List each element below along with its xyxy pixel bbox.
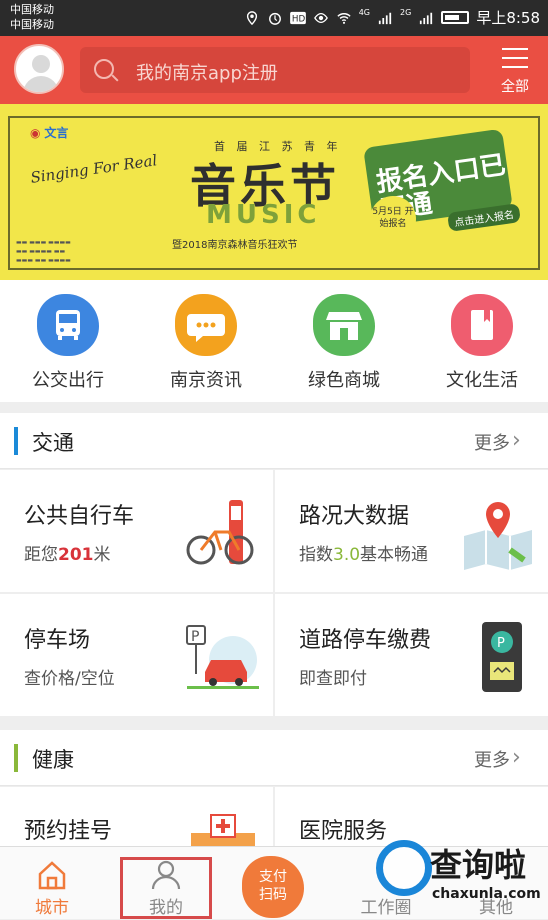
- banner-date: 5月5日 开始报名: [370, 196, 416, 242]
- card-subtitle: 即查即付: [299, 669, 367, 689]
- banner-fineprint-decoration: ▬▬ ▬▬▬ ▬▬▬▬ ▬▬ ▬▬▬▬ ▬▬ ▬▬▬ ▬▬ ▬▬▬▬: [16, 239, 71, 264]
- card-title: 道路停车缴费: [299, 628, 432, 653]
- status-bar: 中国移动 中国移动 HD 4G 2G 早上8:58: [0, 0, 548, 36]
- card-appointment[interactable]: 预约挂号: [0, 787, 273, 846]
- quick-link-label: 绿色商城: [308, 370, 380, 391]
- book-icon: [451, 294, 513, 356]
- quick-link-bus[interactable]: 公交出行: [8, 294, 128, 392]
- avatar[interactable]: [14, 44, 64, 94]
- health-more-link[interactable]: 更多: [474, 746, 510, 772]
- banner-logo: ◉ 文言: [30, 124, 68, 141]
- wifi-icon: [337, 12, 351, 24]
- eye-icon: [313, 12, 328, 23]
- watermark: 查询啦 chaxunla.com: [370, 830, 548, 919]
- pay-label-2: 扫码: [259, 887, 287, 903]
- traffic-section-title: 交通: [32, 431, 74, 455]
- quick-links: 公交出行 南京资讯 绿色商城 文化生活: [0, 280, 548, 402]
- card-title: 预约挂号: [24, 819, 113, 844]
- pay-scan-button[interactable]: 支付 扫码: [242, 856, 304, 918]
- carrier-1: 中国移动: [10, 3, 54, 16]
- all-menu-button[interactable]: 全部: [487, 42, 543, 98]
- health-section-header: 健康 更多 ›: [0, 730, 548, 786]
- chevron-right-icon[interactable]: ›: [512, 429, 534, 453]
- watermark-url: chaxunla.com: [432, 886, 541, 902]
- menu-icon: [502, 48, 528, 70]
- card-public-bike[interactable]: 公共自行车 距您201米: [0, 470, 273, 592]
- quick-link-label: 公交出行: [32, 370, 104, 391]
- map-pin-icon: [464, 502, 532, 570]
- search-input[interactable]: 我的南京app注册: [80, 47, 470, 93]
- card-title: 公共自行车: [24, 504, 135, 529]
- banner-logo-emblem-icon: ◉: [30, 126, 41, 140]
- app-header: 我的南京app注册 全部: [0, 36, 548, 104]
- chat-icon: [175, 294, 237, 356]
- section-accent-bar: [14, 427, 18, 455]
- tab-label: 城市: [35, 898, 69, 918]
- parking-meter-icon: P: [482, 622, 522, 692]
- parking-car-icon: P: [186, 625, 259, 689]
- shop-icon: [313, 294, 375, 356]
- signal-icon: [378, 12, 392, 24]
- search-placeholder: 我的南京app注册: [136, 63, 278, 84]
- quick-link-culture[interactable]: 文化生活: [422, 294, 542, 392]
- signal-label-2: 2G: [400, 8, 412, 17]
- card-title: 停车场: [24, 628, 91, 653]
- banner-title-en: MUSIC: [206, 200, 321, 230]
- location-icon: [246, 10, 257, 25]
- hd-icon: HD: [289, 11, 306, 24]
- alarm-icon: [268, 12, 281, 25]
- search-icon: [94, 59, 114, 79]
- section-accent-bar: [14, 744, 18, 772]
- signal-label-1: 4G: [358, 8, 371, 17]
- avatar-body: [23, 76, 59, 92]
- card-parking[interactable]: 停车场 查价格/空位 P: [0, 594, 273, 716]
- traffic-more-link[interactable]: 更多: [474, 429, 510, 455]
- banner-logo-text: 文言: [44, 126, 69, 140]
- quick-link-label: 南京资讯: [170, 370, 242, 391]
- card-title: 路况大数据: [299, 504, 410, 529]
- tab-city[interactable]: 城市: [6, 847, 98, 920]
- card-subtitle: 查价格/空位: [24, 669, 115, 689]
- bus-icon: [37, 294, 99, 356]
- watermark-title: 查询啦: [430, 846, 527, 884]
- carrier-2: 中国移动: [10, 18, 54, 31]
- selection-highlight-box: [120, 857, 212, 919]
- all-menu-label: 全部: [501, 79, 529, 95]
- carrier-info: 中国移动 中国移动: [10, 2, 54, 32]
- svg-text:HD: HD: [292, 14, 306, 24]
- banner-subtitle: 暨2018南京森林音乐狂欢节: [172, 240, 298, 251]
- health-section-title: 健康: [32, 748, 74, 772]
- traffic-section-header: 交通 更多 ›: [0, 413, 548, 469]
- card-traffic-data[interactable]: 路况大数据 指数3.0基本畅通: [275, 470, 548, 592]
- svg-text:P: P: [191, 629, 199, 645]
- chevron-right-icon[interactable]: ›: [512, 746, 534, 770]
- signal-icon-2: [420, 12, 433, 24]
- quick-link-shop[interactable]: 绿色商城: [284, 294, 404, 392]
- watermark-logo-icon: [376, 840, 432, 896]
- home-icon: [38, 861, 66, 890]
- status-time: 早上8:58: [476, 9, 540, 27]
- card-subtitle: 距您201米: [24, 545, 111, 565]
- quick-link-news[interactable]: 南京资讯: [146, 294, 266, 392]
- pay-label-1: 支付: [259, 869, 287, 885]
- card-road-parking-payment[interactable]: 道路停车缴费 即查即付 P: [275, 594, 548, 716]
- status-icons: HD 4G 2G 早上8:58: [244, 7, 540, 28]
- card-subtitle: 指数3.0基本畅通: [299, 545, 429, 565]
- battery-icon: [441, 11, 470, 24]
- avatar-head: [32, 55, 50, 73]
- quick-link-label: 文化生活: [446, 370, 518, 391]
- bicycle-icon: [186, 500, 254, 565]
- svg-text:P: P: [497, 636, 505, 651]
- hospital-icon: [191, 814, 255, 846]
